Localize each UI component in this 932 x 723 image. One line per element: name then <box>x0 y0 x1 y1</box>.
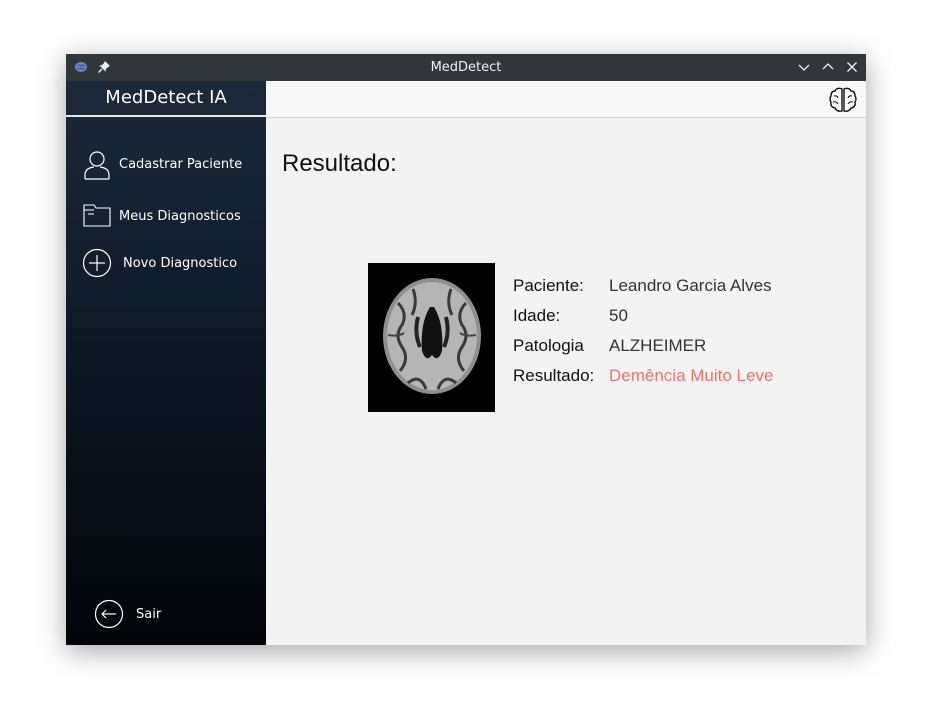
sidebar-item-label: Cadastrar Paciente <box>119 157 243 172</box>
sidebar-item-label: Meus Diagnosticos <box>119 209 241 224</box>
title-bar: MedDetect <box>66 54 866 81</box>
logout-label: Sair <box>136 607 162 622</box>
maximize-icon[interactable] <box>821 60 835 74</box>
window-title: MedDetect <box>430 60 502 75</box>
age-label: Idade: <box>513 306 561 325</box>
brain-icon[interactable] <box>828 86 858 114</box>
result-label: Resultado: <box>513 366 595 385</box>
close-icon[interactable] <box>845 60 859 74</box>
patient-label: Paciente: <box>513 276 584 295</box>
result-value: Demência Muito Leve <box>609 366 774 385</box>
age-value: 50 <box>609 306 628 325</box>
minimize-icon[interactable] <box>797 60 811 74</box>
sidebar-item-meus-diagnosticos[interactable]: Meus Diagnosticos <box>82 201 252 237</box>
folder-icon <box>83 204 111 227</box>
page-title: Resultado: <box>282 150 397 177</box>
brain-scan-image <box>368 263 495 412</box>
patient-value: Leandro Garcia Alves <box>609 276 772 295</box>
plus-circle-icon <box>82 248 112 278</box>
pathology-value: ALZHEIMER <box>609 336 707 355</box>
sidebar-brand: MedDetect IA <box>66 81 266 117</box>
main-content: Resultado: Paciente: Leandro Garcia Alve… <box>266 118 866 645</box>
pathology-label: Patologia <box>513 336 584 355</box>
sidebar-item-label: Novo Diagnostico <box>123 256 238 271</box>
sidebar-item-novo-diagnostico[interactable]: Novo Diagnostico <box>82 248 252 284</box>
user-icon <box>84 151 110 180</box>
app-window: MedDetect MedDetect IA Cadastrar Pacient… <box>66 54 866 645</box>
top-bar <box>266 81 866 118</box>
sidebar: MedDetect IA Cadastrar Paciente Meus Dia… <box>66 81 266 645</box>
arrow-left-circle-icon <box>94 599 124 629</box>
sidebar-item-cadastrar-paciente[interactable]: Cadastrar Paciente <box>82 149 252 185</box>
logout-button[interactable]: Sair <box>94 599 174 635</box>
